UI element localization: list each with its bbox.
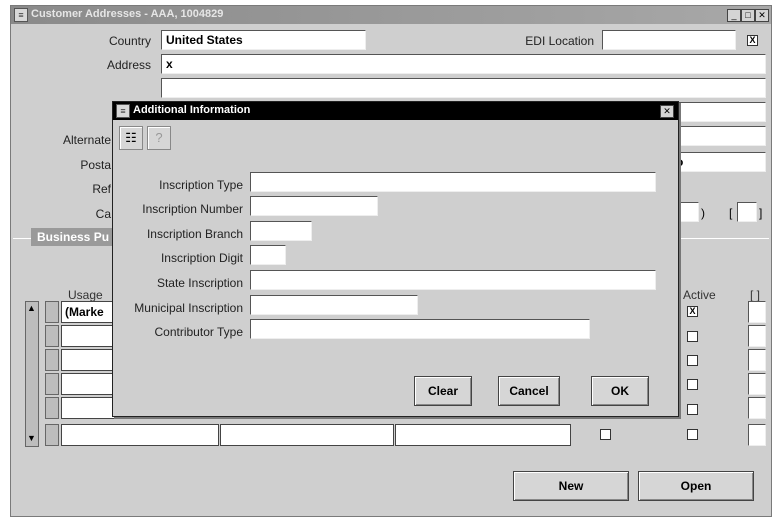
- postal-label: Posta: [80, 158, 111, 172]
- row-selector[interactable]: [45, 301, 59, 323]
- usage-cell[interactable]: [61, 424, 219, 446]
- inscription-digit-label: Inscription Digit: [160, 251, 243, 265]
- state-inscription-label: State Inscription: [156, 276, 243, 290]
- bracket-field[interactable]: [737, 202, 757, 222]
- contributor-type-field[interactable]: [250, 319, 590, 339]
- row-selector[interactable]: [45, 349, 59, 371]
- address-line1-field[interactable]: x: [161, 54, 766, 74]
- inscription-digit-field[interactable]: [250, 245, 286, 265]
- dialog-system-icon[interactable]: ≡: [116, 104, 130, 118]
- flex-field[interactable]: [748, 301, 766, 323]
- address-label: Address: [106, 58, 151, 72]
- contributor-type-label: Contributor Type: [154, 325, 244, 339]
- inscription-branch-label: Inscription Branch: [146, 227, 243, 241]
- site-cell[interactable]: [220, 424, 394, 446]
- active-checkbox[interactable]: [687, 429, 698, 440]
- tab-business-purposes[interactable]: Business Pu: [31, 228, 116, 246]
- edi-location-field[interactable]: [602, 30, 736, 50]
- flex-field[interactable]: [748, 373, 766, 395]
- list-of-values-icon[interactable]: ☷: [119, 126, 143, 150]
- scrollbar[interactable]: [25, 301, 39, 447]
- flex-field[interactable]: [748, 424, 766, 446]
- help-icon[interactable]: ?: [147, 126, 171, 150]
- scroll-up-icon[interactable]: ▲: [27, 303, 36, 313]
- ok-button[interactable]: OK: [591, 376, 649, 406]
- dialog-close-icon[interactable]: ✕: [660, 105, 674, 118]
- municipal-inscription-field[interactable]: [250, 295, 418, 315]
- primary-checkbox[interactable]: [600, 429, 611, 440]
- close-icon[interactable]: ✕: [755, 9, 769, 22]
- bracket-glyph: [: [729, 206, 733, 220]
- active-checkbox[interactable]: [687, 355, 698, 366]
- window-titlebar: ≡ Customer Addresses - AAA, 1004829 _ □ …: [11, 6, 771, 24]
- address-line2-field[interactable]: [161, 78, 766, 98]
- partial-field[interactable]: o: [671, 152, 766, 172]
- country-label: Country: [108, 34, 151, 48]
- active-checkbox[interactable]: X: [687, 306, 698, 317]
- dialog-titlebar: ≡ Additional Information ✕: [113, 102, 678, 120]
- address-line4-field[interactable]: [671, 126, 766, 146]
- additional-information-dialog: ≡ Additional Information ✕ ☷ ? Inscripti…: [112, 101, 679, 417]
- inscription-type-field[interactable]: [250, 172, 656, 192]
- new-button[interactable]: New: [513, 471, 629, 501]
- active-checkbox[interactable]: [687, 404, 698, 415]
- inscription-type-label: Inscription Type: [159, 178, 243, 192]
- bracket-close-glyph: ]: [759, 206, 763, 220]
- state-inscription-field[interactable]: [250, 270, 656, 290]
- usage-header: Usage: [68, 288, 103, 302]
- active-checkbox[interactable]: [687, 379, 698, 390]
- edi-location-label: EDI Location: [525, 34, 594, 48]
- active-header: Active: [683, 288, 716, 302]
- municipal-inscription-label: Municipal Inscription: [134, 301, 243, 315]
- maximize-icon[interactable]: □: [741, 9, 755, 22]
- dialog-title: Additional Information: [133, 104, 251, 116]
- edi-checkbox[interactable]: X: [747, 35, 758, 46]
- scroll-down-icon[interactable]: ▼: [27, 433, 36, 443]
- inscription-branch-field[interactable]: [250, 221, 312, 241]
- window-title: Customer Addresses - AAA, 1004829: [31, 8, 224, 20]
- open-button[interactable]: Open: [638, 471, 754, 501]
- bracket-header: [ ]: [750, 288, 761, 302]
- row-selector[interactable]: [45, 373, 59, 395]
- row-selector[interactable]: [45, 424, 59, 446]
- inscription-number-field[interactable]: [250, 196, 378, 216]
- category-label: Ca: [95, 207, 111, 221]
- flex-field[interactable]: [748, 397, 766, 419]
- flex-field[interactable]: [748, 325, 766, 347]
- row-selector[interactable]: [45, 397, 59, 419]
- window-system-icon[interactable]: ≡: [14, 8, 28, 22]
- reference-label: Ref: [92, 182, 111, 196]
- alternate-label: Alternate: [62, 133, 111, 147]
- flex-field[interactable]: [748, 349, 766, 371]
- inscription-number-label: Inscription Number: [142, 202, 243, 216]
- cancel-button[interactable]: Cancel: [498, 376, 560, 406]
- clear-button[interactable]: Clear: [414, 376, 472, 406]
- active-checkbox[interactable]: [687, 331, 698, 342]
- country-field[interactable]: United States: [161, 30, 366, 50]
- row-selector[interactable]: [45, 325, 59, 347]
- minimize-icon[interactable]: _: [727, 9, 741, 22]
- paren-glyph: ): [701, 206, 705, 220]
- location-cell[interactable]: [395, 424, 571, 446]
